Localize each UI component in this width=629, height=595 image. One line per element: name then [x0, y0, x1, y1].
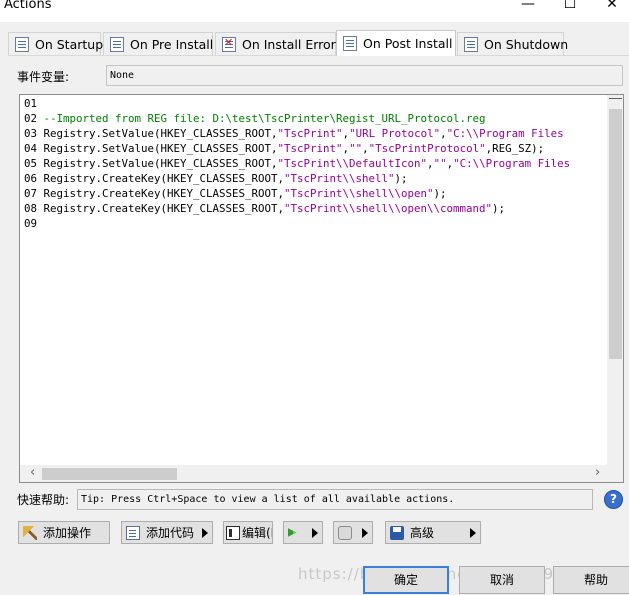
- minimize-button[interactable]: —: [508, 0, 548, 18]
- line-number: 02: [24, 112, 44, 125]
- code-token: );: [492, 202, 506, 215]
- script-editor[interactable]: 01 02 --Imported from REG file: D:\test\…: [19, 94, 624, 483]
- edit-button[interactable]: 编辑(E: [223, 521, 273, 544]
- advanced-label: 高级: [410, 526, 435, 540]
- title-bar: Actions — ☐ ✕: [0, 0, 629, 22]
- ok-button[interactable]: 确定: [363, 566, 449, 594]
- code-token: Registry.SetValue(HKEY_CLASSES_ROOT,: [43, 157, 278, 170]
- maximize-button[interactable]: ☐: [550, 0, 590, 18]
- code-icon: [126, 525, 140, 540]
- advanced-button[interactable]: 高级: [385, 521, 481, 544]
- add-action-button[interactable]: 添加操作: [18, 521, 110, 544]
- dropdown-arrow-icon: [470, 528, 476, 538]
- tab-label: On Startup: [35, 36, 104, 52]
- close-button[interactable]: ✕: [592, 0, 629, 18]
- code-token: "TscPrint\\shell\\open\\command": [284, 202, 493, 215]
- script-error-icon: [222, 36, 236, 52]
- code-token: ,REG_SZ);: [485, 142, 545, 155]
- edit-icon: [226, 525, 240, 540]
- dropdown-arrow-icon: [202, 528, 208, 538]
- add-code-button[interactable]: 添加代码: [121, 521, 213, 544]
- edit-label: 编辑(E: [242, 526, 272, 540]
- code-token: "TscPrintProtocol": [368, 142, 486, 155]
- code-token: "URL Protocol": [349, 127, 441, 140]
- run-icon: [288, 528, 297, 537]
- event-variable-label: 事件变量:: [17, 70, 70, 84]
- code-area[interactable]: 01 02 --Imported from REG file: D:\test\…: [24, 96, 570, 231]
- help-icon[interactable]: ?: [604, 490, 623, 509]
- cancel-button[interactable]: 取消: [459, 566, 545, 594]
- code-line[interactable]: 01: [24, 96, 570, 111]
- code-token: Registry.CreateKey(HKEY_CLASSES_ROOT,: [43, 187, 285, 200]
- line-number: 08: [24, 202, 44, 215]
- dropdown-arrow-icon: [312, 528, 318, 538]
- code-token: "TscPrint": [277, 142, 343, 155]
- code-token: "": [349, 142, 363, 155]
- code-token: "TscPrint\\shell\\open": [284, 187, 434, 200]
- code-token: "TscPrint\\DefaultIcon": [277, 157, 428, 170]
- horizontal-scrollbar[interactable]: ‹ ›: [20, 465, 607, 482]
- window-title: Actions: [4, 0, 52, 12]
- code-line[interactable]: 08 Registry.CreateKey(HKEY_CLASSES_ROOT,…: [24, 201, 570, 216]
- package-icon: [338, 525, 352, 540]
- tab-on-pre-install[interactable]: On Pre Install: [103, 32, 213, 55]
- tab-label: On Shutdown: [484, 36, 569, 52]
- tab-on-install-error[interactable]: On Install Error: [215, 32, 336, 55]
- code-line[interactable]: 09: [24, 216, 570, 231]
- scroll-right-icon[interactable]: ›: [595, 465, 600, 480]
- code-line[interactable]: 07 Registry.CreateKey(HKEY_CLASSES_ROOT,…: [24, 186, 570, 201]
- package-button[interactable]: [333, 521, 373, 544]
- script-icon: [343, 36, 357, 51]
- line-number: 07: [24, 187, 44, 200]
- tab-on-post-install[interactable]: On Post Install: [336, 30, 456, 56]
- script-icon: [464, 36, 478, 52]
- code-token: );: [394, 172, 408, 185]
- scroll-up-icon[interactable]: [607, 95, 623, 107]
- code-token: );: [433, 187, 447, 200]
- code-line[interactable]: 03 Registry.SetValue(HKEY_CLASSES_ROOT,"…: [24, 126, 570, 141]
- code-line[interactable]: 02 --Imported from REG file: D:\test\Tsc…: [24, 111, 570, 126]
- code-token: "C:\\Program Files: [446, 127, 564, 140]
- code-line[interactable]: 06 Registry.CreateKey(HKEY_CLASSES_ROOT,…: [24, 171, 570, 186]
- code-token: Registry.CreateKey(HKEY_CLASSES_ROOT,: [43, 172, 285, 185]
- code-token: "C:\\Program Files: [453, 157, 571, 170]
- scrollbar-corner: [607, 465, 623, 482]
- vertical-scroll-thumb[interactable]: [609, 109, 622, 359]
- code-token: Registry.SetValue(HKEY_CLASSES_ROOT,: [43, 127, 278, 140]
- line-number: 05: [24, 157, 44, 170]
- scroll-left-icon[interactable]: ‹: [30, 465, 35, 480]
- line-number: 06: [24, 172, 44, 185]
- add-code-label: 添加代码: [146, 526, 195, 540]
- code-token: "": [433, 157, 447, 170]
- run-button[interactable]: [283, 521, 323, 544]
- code-line[interactable]: 05 Registry.SetValue(HKEY_CLASSES_ROOT,"…: [24, 156, 570, 171]
- save-disk-icon: [390, 525, 404, 540]
- line-number: 03: [24, 127, 44, 140]
- tab-label: On Post Install: [363, 36, 453, 51]
- line-number: 01: [24, 97, 44, 110]
- script-icon: [15, 36, 29, 52]
- script-icon: [110, 36, 124, 52]
- dropdown-arrow-icon: [362, 528, 368, 538]
- line-number: 04: [24, 142, 44, 155]
- tab-on-startup[interactable]: On Startup: [8, 32, 104, 55]
- event-variable-field[interactable]: None: [106, 65, 623, 86]
- code-token: Registry.SetValue(HKEY_CLASSES_ROOT,: [43, 142, 278, 155]
- tab-label: On Install Error: [242, 36, 336, 52]
- code-token: "TscPrint": [277, 127, 343, 140]
- line-number: 09: [24, 217, 44, 230]
- tab-on-shutdown[interactable]: On Shutdown: [457, 32, 568, 55]
- add-action-label: 添加操作: [43, 526, 92, 540]
- code-token: "TscPrint\\shell": [284, 172, 395, 185]
- code-token: Registry.CreateKey(HKEY_CLASSES_ROOT,: [43, 202, 285, 215]
- horizontal-scroll-thumb[interactable]: [42, 468, 177, 480]
- code-line[interactable]: 04 Registry.SetValue(HKEY_CLASSES_ROOT,"…: [24, 141, 570, 156]
- hammer-icon: [23, 525, 37, 540]
- help-button[interactable]: 帮助: [553, 566, 629, 594]
- code-token: --Imported from REG file: D:\test\TscPri…: [43, 112, 486, 125]
- vertical-scrollbar[interactable]: [607, 95, 623, 465]
- quick-help-text: Tip: Press Ctrl+Space to view a list of …: [77, 489, 593, 510]
- quick-help-label: 快速帮助:: [17, 493, 70, 507]
- tab-label: On Pre Install: [130, 36, 214, 52]
